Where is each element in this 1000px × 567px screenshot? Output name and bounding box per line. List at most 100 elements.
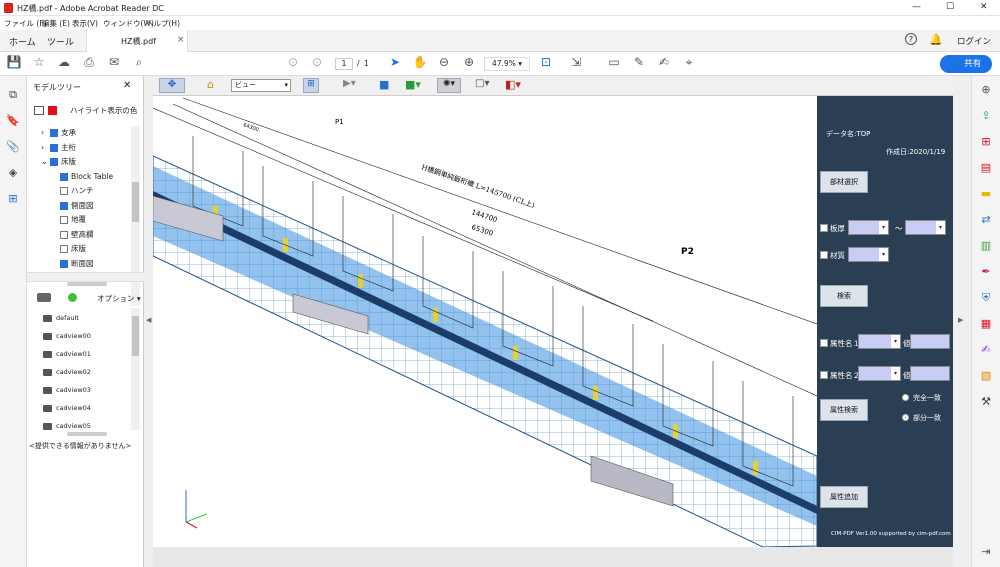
export-pdf-icon[interactable]: ⇪ [979,109,993,123]
tree-item[interactable]: › 支承 [41,126,76,140]
tree-item[interactable]: › 主桁 [41,141,76,155]
tab-home[interactable]: ホーム [9,35,36,48]
lighting-icon[interactable]: ✺▾ [437,78,461,93]
close-window-button[interactable]: ✕ [980,2,988,12]
expand-chevron-icon[interactable]: › [41,141,44,155]
expand-arrow-icon[interactable]: ▶ [958,316,963,324]
login-button[interactable]: ログイン [957,35,991,47]
rail-collapse-icon[interactable]: ⇥ [979,545,993,559]
comment-icon[interactable]: ▭ [606,55,622,69]
plate-min-select[interactable]: ▾ [848,220,889,235]
bell-icon[interactable]: 🔔 [929,33,943,46]
search-icon[interactable]: ⌕ [131,55,147,70]
zoom-select[interactable]: 47.9% ▾ [484,57,530,71]
view-list-item[interactable]: cadview01 [43,348,91,360]
view-list-item[interactable]: cadview03 [43,384,91,396]
search-button[interactable]: 検索 [820,285,868,307]
rotate-tool-icon[interactable]: ✥ [159,78,185,93]
optimize-pdf-icon[interactable]: ▦ [979,317,993,331]
model-tree-icon[interactable]: ⊞ [6,192,20,206]
tree-item[interactable]: 壁高欄 [60,228,94,242]
view-list-item[interactable]: cadview05 [43,420,91,430]
select-cursor-icon[interactable]: ➤ [387,55,403,69]
tab-tools[interactable]: ツール [47,35,74,48]
home-view-icon[interactable]: ⌂ [207,78,214,91]
comment-tool-icon[interactable]: ▬ [979,187,993,201]
panel-close-button[interactable]: ✕ [123,80,131,91]
pages-thumbnail-icon[interactable]: ⧉ [6,88,20,102]
material-checkbox[interactable] [820,251,828,259]
view-select[interactable]: ビュー ▾ [231,79,291,92]
zoom-tool-icon[interactable]: ⊕ [979,83,993,97]
bookmark-icon[interactable]: 🔖 [6,114,20,128]
projection-cube-icon[interactable]: ■ [379,78,389,91]
panel-resize-handle[interactable] [67,282,107,286]
collapse-arrow-icon[interactable]: ◀ [146,316,151,324]
print-icon[interactable]: ⎙ [81,55,97,70]
zoom-in-icon[interactable]: ⊕ [461,55,477,69]
tree-checkbox[interactable] [60,230,68,239]
tab-document[interactable]: HZ橋.pdf × [86,30,188,52]
maximize-button[interactable]: ☐ [946,2,954,12]
exact-match-radio[interactable] [902,394,909,401]
tree-checkbox[interactable] [60,201,68,210]
tree-item[interactable]: ハンチ [60,184,94,198]
tree-checkbox[interactable] [60,259,68,268]
background-color-icon[interactable]: □▾ [475,78,489,89]
view-scrollbar-thumb[interactable] [132,316,139,356]
tree-checkbox[interactable] [60,216,68,224]
tree-checkbox[interactable] [60,172,68,181]
upload-cloud-icon[interactable]: ☁ [56,55,72,69]
tree-checkbox[interactable] [50,143,58,152]
layers-icon[interactable]: ◈ [6,166,20,180]
view-scrollbar[interactable] [131,308,140,430]
member-select-button[interactable]: 部材選択 [820,171,868,193]
tree-item[interactable]: 床版 [60,242,86,256]
highlight-pen-icon[interactable]: ✎ [631,55,647,69]
left-panel-collapse[interactable]: ◀ [144,76,153,567]
expand-chevron-icon[interactable]: › [41,126,44,140]
view-list-item[interactable]: cadview02 [43,366,91,378]
attr2-checkbox[interactable] [820,371,828,379]
expand-chevron-icon[interactable]: ⌄ [41,155,48,169]
minimize-button[interactable]: — [912,2,921,12]
stamp-icon[interactable]: ⌖ [681,55,697,70]
attr1-checkbox[interactable] [820,339,828,347]
attr-add-button[interactable]: 属性追加 [820,486,868,508]
combine-files-icon[interactable]: ⇄ [979,213,993,227]
highlight-color-row[interactable]: ハイライト表示の色 [32,104,142,118]
organize-pages-icon[interactable]: ▥ [979,239,993,253]
tree-checkbox[interactable] [50,158,58,166]
fill-sign-icon[interactable]: ✒ [979,265,993,279]
page-down-icon[interactable]: ⊙ [309,55,325,69]
menu-edit[interactable]: 編集 (E) [42,18,70,29]
tree-checkbox[interactable] [60,187,68,195]
tree-item[interactable]: 側面図 [60,199,94,213]
menu-view[interactable]: 表示(V) [72,18,98,29]
edit-pdf-icon[interactable]: ▤ [979,161,993,175]
attr-search-button[interactable]: 属性検索 [820,399,868,421]
horizontal-scrollbar[interactable] [27,272,144,282]
hand-icon[interactable]: ✋ [412,55,428,69]
animation-play-icon[interactable]: ▶▾ [343,78,356,89]
attr2-value-input[interactable] [910,366,950,381]
model-tree-toggle-icon[interactable]: ⊞ [303,78,319,93]
sign-icon[interactable]: ✍ [656,55,672,69]
menu-help[interactable]: ヘルプ(H) [146,18,180,29]
view-list-item[interactable]: default [43,312,79,324]
page-up-icon[interactable]: ⊙ [285,55,301,69]
render-mode-icon[interactable]: ■▾ [405,78,421,91]
share-button[interactable]: 👤 共有 [940,55,992,73]
attachment-icon[interactable]: 📎 [6,140,20,154]
options-dropdown[interactable]: オプション ▾ [97,293,141,304]
tab-close-button[interactable]: × [177,35,185,45]
create-pdf-icon[interactable]: ⊞ [979,135,993,149]
tree-scrollbar-thumb[interactable] [132,182,139,222]
attr1-select[interactable]: ▾ [858,334,901,349]
tree-checkbox[interactable] [60,245,68,253]
attr2-select[interactable]: ▾ [858,366,901,381]
cross-section-icon[interactable]: ◧▾ [505,78,521,91]
tree-item[interactable]: 地覆 [60,213,86,227]
view-list-item[interactable]: cadview04 [43,402,91,414]
send-signature-icon[interactable]: ✍ [979,343,993,357]
